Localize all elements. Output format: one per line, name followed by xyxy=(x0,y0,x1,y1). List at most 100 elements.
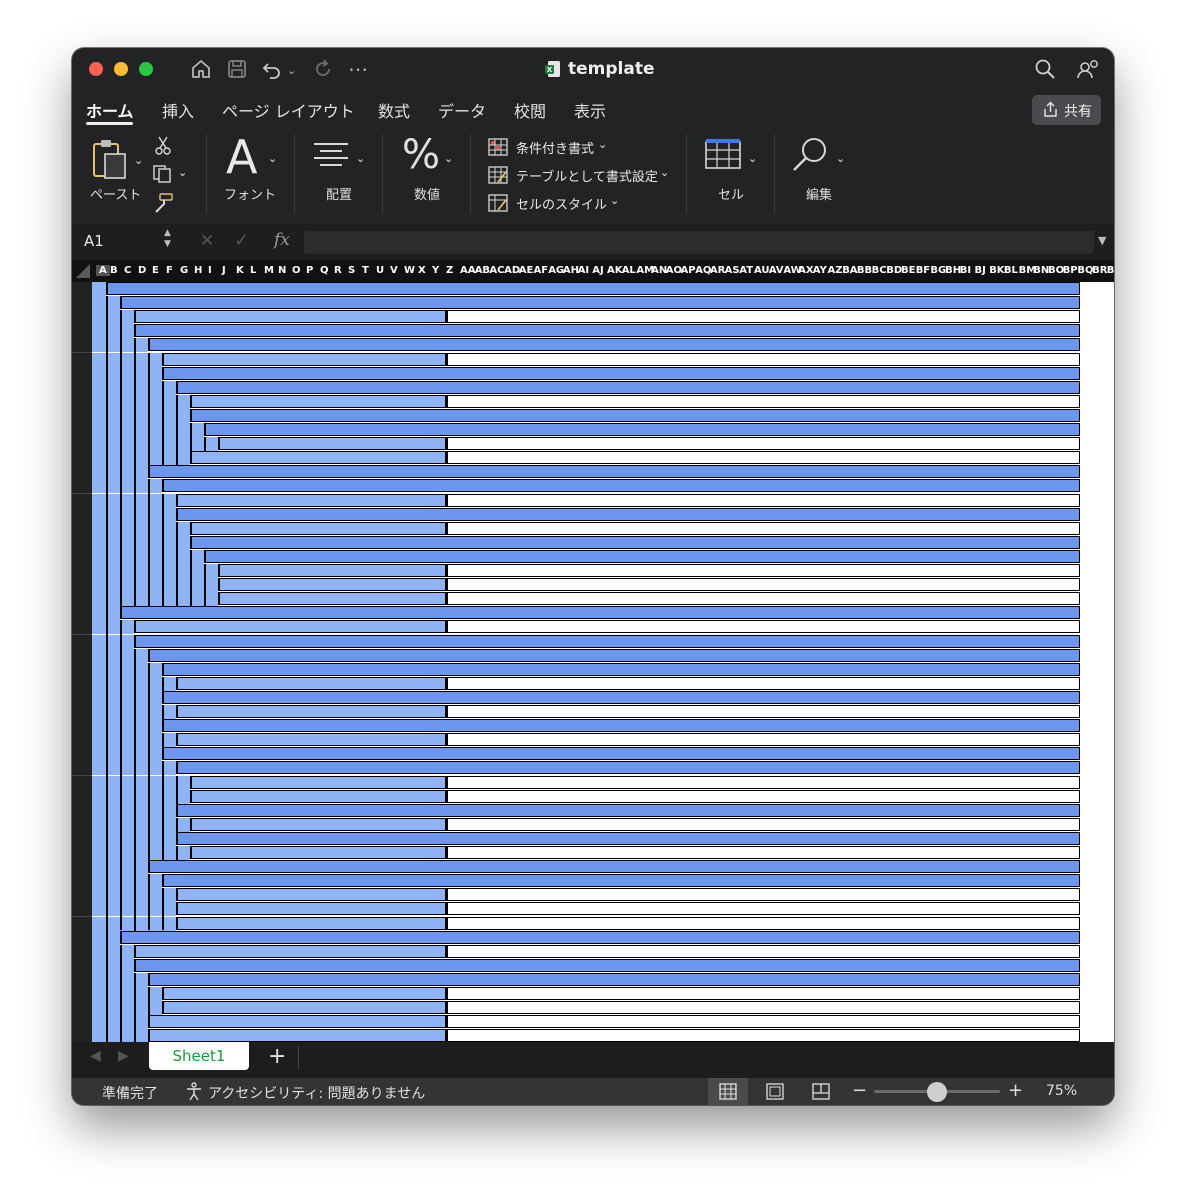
redo-icon[interactable] xyxy=(312,58,334,84)
key-cell[interactable] xyxy=(176,381,1080,394)
column-header[interactable]: A xyxy=(96,265,110,276)
accessibility-icon[interactable] xyxy=(184,1081,204,1105)
key-cell[interactable] xyxy=(176,902,446,915)
value-cell[interactable] xyxy=(446,522,1080,535)
row-header[interactable] xyxy=(72,917,92,932)
row-header[interactable] xyxy=(72,846,92,861)
value-cell[interactable] xyxy=(446,353,1080,366)
column-header[interactable]: BH xyxy=(945,265,961,276)
value-cell[interactable] xyxy=(446,705,1080,718)
number-dropdown-chevron-icon[interactable]: ⌄ xyxy=(444,152,453,165)
key-cell[interactable] xyxy=(134,324,1080,337)
column-header[interactable]: L xyxy=(250,265,256,276)
row-header[interactable] xyxy=(72,705,92,720)
key-cell[interactable] xyxy=(176,832,1080,845)
value-cell[interactable] xyxy=(446,846,1080,859)
key-cell[interactable] xyxy=(190,790,446,803)
column-header[interactable]: F xyxy=(166,265,173,276)
column-header[interactable]: AH xyxy=(563,265,579,276)
column-header[interactable]: P xyxy=(306,265,313,276)
row-header[interactable] xyxy=(72,536,92,551)
row-header[interactable] xyxy=(72,451,92,466)
column-header[interactable]: BS xyxy=(1107,265,1114,276)
format-as-table-icon[interactable] xyxy=(488,166,508,188)
column-header[interactable]: Y xyxy=(432,265,439,276)
row-header[interactable] xyxy=(72,578,92,593)
row-header[interactable] xyxy=(72,606,92,621)
row-header[interactable] xyxy=(72,959,92,974)
tab-insert[interactable]: 挿入 xyxy=(162,98,194,122)
value-cell[interactable] xyxy=(446,945,1080,958)
key-cell[interactable] xyxy=(148,973,1080,986)
key-cell[interactable] xyxy=(190,395,446,408)
column-header[interactable]: X xyxy=(418,265,426,276)
key-cell[interactable] xyxy=(162,1001,446,1014)
column-header[interactable]: AL xyxy=(622,265,636,276)
formula-input[interactable] xyxy=(304,231,1094,254)
column-header[interactable]: R xyxy=(334,265,342,276)
edit-dropdown-chevron-icon[interactable]: ⌄ xyxy=(836,152,845,165)
column-header[interactable]: M xyxy=(264,265,274,276)
row-header[interactable] xyxy=(72,776,92,791)
column-header[interactable]: AK xyxy=(607,265,623,276)
column-header[interactable]: AA xyxy=(460,265,475,276)
column-header[interactable]: AP xyxy=(681,265,696,276)
row-header[interactable] xyxy=(72,324,92,339)
enter-icon[interactable]: ✓ xyxy=(234,230,249,251)
column-header[interactable]: C xyxy=(124,265,131,276)
column-header[interactable]: AX xyxy=(798,265,813,276)
value-cell[interactable] xyxy=(446,1015,1080,1028)
column-header[interactable]: BR xyxy=(1092,265,1107,276)
column-header[interactable]: S xyxy=(348,265,355,276)
key-cell[interactable] xyxy=(176,508,1080,521)
value-cell[interactable] xyxy=(446,776,1080,789)
copy-dropdown-chevron-icon[interactable]: ⌄ xyxy=(178,166,187,179)
page-layout-view-icon[interactable] xyxy=(766,1083,784,1104)
column-header[interactable]: I xyxy=(208,265,212,276)
select-all-icon[interactable] xyxy=(76,264,90,281)
row-header[interactable] xyxy=(72,479,92,494)
conditional-format-icon[interactable] xyxy=(488,138,508,160)
column-header[interactable]: U xyxy=(376,265,384,276)
key-cell[interactable] xyxy=(162,719,1080,732)
key-cell[interactable] xyxy=(162,479,1080,492)
value-cell[interactable] xyxy=(446,733,1080,746)
key-cell[interactable] xyxy=(218,437,446,450)
row-header[interactable] xyxy=(72,818,92,833)
key-cell[interactable] xyxy=(162,691,1080,704)
value-cell[interactable] xyxy=(446,818,1080,831)
key-cell[interactable] xyxy=(190,409,1080,422)
key-cell[interactable] xyxy=(190,846,446,859)
key-cell[interactable] xyxy=(190,451,446,464)
row-header[interactable] xyxy=(72,381,92,396)
column-header[interactable]: AD xyxy=(504,265,520,276)
column-header[interactable]: AY xyxy=(813,265,827,276)
tab-formulas[interactable]: 数式 xyxy=(378,98,410,122)
column-header[interactable]: AC xyxy=(489,265,504,276)
column-header[interactable]: AE xyxy=(519,265,534,276)
row-header[interactable] xyxy=(72,508,92,523)
row-header[interactable] xyxy=(72,973,92,988)
column-header[interactable]: AG xyxy=(548,265,564,276)
key-cell[interactable] xyxy=(162,874,1080,887)
tab-view[interactable]: 表示 xyxy=(574,98,606,122)
column-header[interactable]: AR xyxy=(710,265,725,276)
row-header[interactable] xyxy=(72,494,92,509)
row-header[interactable] xyxy=(72,902,92,917)
key-cell[interactable] xyxy=(190,818,446,831)
minimize-window-button[interactable] xyxy=(114,62,128,76)
zoom-slider-thumb[interactable] xyxy=(927,1082,947,1102)
value-cell[interactable] xyxy=(446,564,1080,577)
paste-dropdown-chevron-icon[interactable]: ⌄ xyxy=(134,154,143,167)
page-break-view-icon[interactable] xyxy=(812,1083,830,1104)
value-cell[interactable] xyxy=(446,494,1080,507)
key-cell[interactable] xyxy=(162,663,1080,676)
tab-review[interactable]: 校閲 xyxy=(514,98,546,122)
key-cell[interactable] xyxy=(148,465,1080,478)
row-header[interactable] xyxy=(72,1001,92,1016)
row-header[interactable] xyxy=(72,790,92,805)
row-header[interactable] xyxy=(72,663,92,678)
value-cell[interactable] xyxy=(446,1001,1080,1014)
column-header[interactable]: BA xyxy=(842,265,857,276)
key-cell[interactable] xyxy=(148,1029,446,1042)
